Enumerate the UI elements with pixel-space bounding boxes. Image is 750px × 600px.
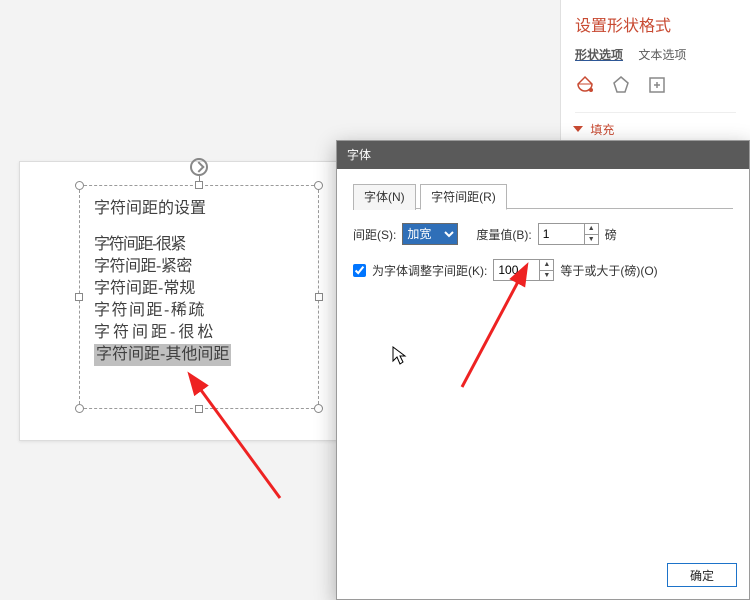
kerning-spin-up[interactable]: ▲ [540, 260, 553, 271]
effects-icon[interactable] [611, 75, 631, 98]
sample-line-normal: 字符间距-常规 [94, 278, 304, 300]
kerning-suffix: 等于或大于(磅)(O) [560, 262, 657, 279]
dialog-titlebar[interactable]: 字体 [337, 141, 749, 169]
sample-line-tight: 字符间距-紧密 [94, 256, 304, 278]
resize-handle-tr[interactable] [314, 181, 323, 190]
resize-handle-mr[interactable] [315, 293, 323, 301]
tab-text-options[interactable]: 文本选项 [638, 48, 686, 62]
measure-unit: 磅 [605, 226, 617, 243]
dialog-buttons: 确定 [667, 563, 737, 587]
kerning-row: 为字体调整字间距(K): ▲ ▼ 等于或大于(磅)(O) [353, 259, 733, 281]
kerning-input[interactable] [493, 259, 539, 281]
resize-handle-mt[interactable] [195, 181, 203, 189]
format-pane-tabs: 形状选项 文本选项 [575, 46, 736, 63]
fill-section[interactable]: 填充 [575, 112, 736, 138]
spacing-select[interactable]: 加宽 [402, 223, 458, 245]
measure-label: 度量值(B): [476, 226, 531, 243]
resize-handle-tl[interactable] [75, 181, 84, 190]
resize-handle-bl[interactable] [75, 404, 84, 413]
resize-handle-br[interactable] [314, 404, 323, 413]
tab-font[interactable]: 字体(N) [353, 184, 416, 210]
sample-line-very-tight: 字符间距-很紧 [94, 234, 304, 256]
rotate-handle-icon[interactable] [190, 158, 208, 176]
dialog-tabs: 字体(N) 字符间距(R) [353, 183, 733, 209]
format-category-icons [575, 75, 736, 98]
tab-shape-options[interactable]: 形状选项 [575, 48, 623, 62]
measure-spin-buttons: ▲ ▼ [584, 223, 599, 245]
spacing-label: 间距(S): [353, 226, 396, 243]
selected-textbox[interactable]: 字符间距的设置 字符间距-很紧 字符间距-紧密 字符间距-常规 字符间距-稀疏 … [79, 185, 319, 409]
kerning-spinner: ▲ ▼ [493, 259, 554, 281]
textbox-content[interactable]: 字符间距的设置 字符间距-很紧 字符间距-紧密 字符间距-常规 字符间距-稀疏 … [80, 186, 318, 378]
dialog-body: 字体(N) 字符间距(R) 间距(S): 加宽 度量值(B): ▲ ▼ 磅 为字… [337, 169, 749, 599]
sample-line-sparse: 字符间距-稀疏 [94, 300, 304, 322]
kerning-checkbox[interactable] [353, 264, 366, 277]
font-dialog: 字体 字体(N) 字符间距(R) 间距(S): 加宽 度量值(B): ▲ ▼ 磅 [336, 140, 750, 600]
spacing-row: 间距(S): 加宽 度量值(B): ▲ ▼ 磅 [353, 223, 733, 245]
size-icon[interactable] [647, 75, 667, 98]
measure-spinner: ▲ ▼ [538, 223, 599, 245]
resize-handle-ml[interactable] [75, 293, 83, 301]
sample-line-loose: 字符间距-很松 [94, 322, 304, 344]
fill-icon[interactable] [575, 75, 595, 98]
kerning-spin-buttons: ▲ ▼ [539, 259, 554, 281]
kerning-spin-down[interactable]: ▼ [540, 271, 553, 281]
measure-input[interactable] [538, 223, 584, 245]
textbox-title: 字符间距的设置 [94, 198, 304, 220]
tab-char-spacing[interactable]: 字符间距(R) [420, 184, 507, 210]
dialog-title: 字体 [347, 148, 371, 162]
expand-triangle-icon [573, 126, 583, 132]
fill-section-label: 填充 [590, 123, 614, 137]
kerning-label: 为字体调整字间距(K): [372, 262, 487, 279]
format-pane-title: 设置形状格式 [575, 12, 736, 36]
measure-spin-down[interactable]: ▼ [585, 235, 598, 245]
resize-handle-mb[interactable] [195, 405, 203, 413]
measure-spin-up[interactable]: ▲ [585, 224, 598, 235]
sample-line-other: 字符间距-其他间距 [94, 344, 231, 366]
ok-button[interactable]: 确定 [667, 563, 737, 587]
